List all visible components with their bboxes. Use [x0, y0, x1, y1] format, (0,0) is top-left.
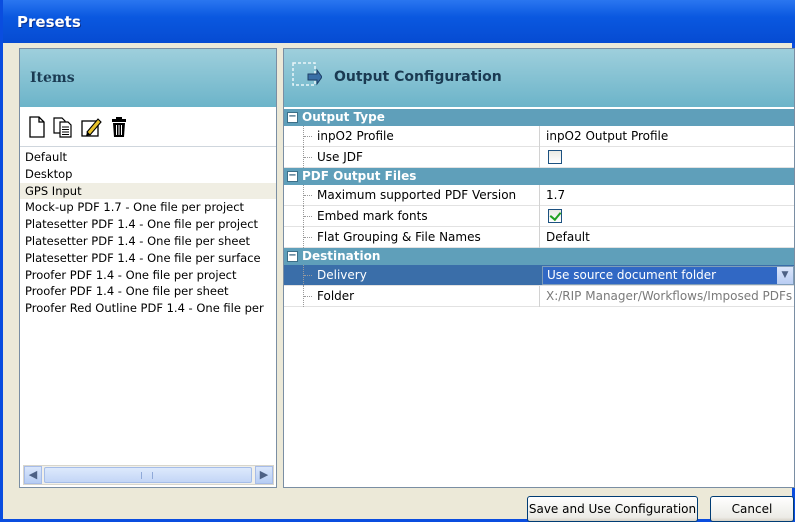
property-row-folder[interactable]: Folder X:/RIP Manager/Workflows/Imposed …	[284, 286, 794, 307]
section-label: Destination	[302, 249, 381, 263]
section-pdf-output-files[interactable]: − PDF Output Files	[284, 168, 794, 185]
section-label: Output Type	[302, 110, 385, 124]
property-value[interactable]: inpO2 Output Profile	[546, 126, 792, 147]
chevron-down-icon[interactable]: ▼	[777, 267, 793, 284]
property-name: Embed mark fonts	[317, 209, 428, 223]
config-panel-header: Output Configuration	[284, 49, 794, 107]
property-name: inpO2 Profile	[317, 129, 394, 143]
property-name: Folder	[317, 289, 355, 303]
property-name: Maximum supported PDF Version	[317, 188, 517, 202]
items-panel-title: Items	[30, 70, 75, 86]
embed-mark-fonts-checkbox[interactable]	[548, 209, 562, 223]
items-list: Default Desktop GPS Input Mock-up PDF 1.…	[20, 149, 276, 459]
delivery-selected-value: Use source document folder	[547, 268, 717, 282]
list-item[interactable]: Desktop	[20, 166, 276, 183]
items-panel-header: Items	[20, 49, 276, 107]
property-name: Use JDF	[317, 150, 363, 164]
delivery-dropdown[interactable]: Use source document folder ▼	[542, 266, 794, 285]
property-name: Flat Grouping & File Names	[317, 230, 481, 244]
property-row-profile[interactable]: inpO2 Profile inpO2 Output Profile	[284, 126, 794, 147]
list-item-selected[interactable]: GPS Input	[20, 182, 276, 200]
presets-window: Presets Items Default Desktop GPS Input …	[0, 0, 795, 522]
title-bar[interactable]: Presets	[3, 0, 795, 43]
section-output-type[interactable]: − Output Type	[284, 109, 794, 126]
horizontal-scrollbar[interactable]: ◀ ▶	[23, 465, 274, 485]
property-name: Delivery	[317, 268, 367, 282]
new-document-icon[interactable]	[26, 116, 48, 138]
section-destination[interactable]: − Destination	[284, 248, 794, 265]
list-item[interactable]: Proofer PDF 1.4 - One file per project	[20, 267, 276, 284]
property-value[interactable]: X:/RIP Manager/Workflows/Imposed PDFs	[546, 286, 792, 307]
property-grid: − Output Type inpO2 Profile inpO2 Output…	[284, 109, 794, 307]
list-item[interactable]: Proofer PDF 1.4 - One file per sheet	[20, 283, 276, 300]
items-toolbar	[20, 107, 276, 147]
property-row-delivery[interactable]: Delivery Use source document folder ▼	[284, 265, 794, 286]
collapse-icon[interactable]: −	[287, 112, 298, 123]
property-row-use-jdf[interactable]: Use JDF	[284, 147, 794, 168]
property-value[interactable]: 1.7	[546, 185, 792, 206]
section-label: PDF Output Files	[302, 169, 417, 183]
list-item[interactable]: Platesetter PDF 1.4 - One file per sheet	[20, 233, 276, 250]
use-jdf-checkbox[interactable]	[548, 150, 562, 164]
property-row-max-pdf-version[interactable]: Maximum supported PDF Version 1.7	[284, 185, 794, 206]
property-value[interactable]: Default	[546, 227, 792, 248]
edit-icon[interactable]	[80, 116, 102, 138]
save-and-use-button[interactable]: Save and Use Configuration	[527, 496, 698, 522]
scroll-right-icon[interactable]: ▶	[255, 466, 273, 484]
property-row-flat-grouping[interactable]: Flat Grouping & File Names Default	[284, 227, 794, 248]
list-item[interactable]: Default	[20, 149, 276, 166]
config-panel: Output Configuration − Output Type inpO2…	[283, 48, 795, 488]
config-panel-title: Output Configuration	[334, 69, 502, 85]
list-item[interactable]: Mock-up PDF 1.7 - One file per project	[20, 199, 276, 216]
list-item[interactable]: Platesetter PDF 1.4 - One file per surfa…	[20, 250, 276, 267]
copy-document-icon[interactable]	[52, 116, 74, 138]
output-configuration-icon	[292, 62, 322, 86]
window-title: Presets	[17, 13, 81, 31]
list-item[interactable]: Platesetter PDF 1.4 - One file per proje…	[20, 216, 276, 233]
collapse-icon[interactable]: −	[287, 171, 298, 182]
scroll-thumb[interactable]	[44, 467, 252, 483]
property-row-embed-mark-fonts[interactable]: Embed mark fonts	[284, 206, 794, 227]
cancel-button[interactable]: Cancel	[710, 496, 794, 522]
scroll-left-icon[interactable]: ◀	[24, 466, 42, 484]
list-item[interactable]: Proofer Red Outline PDF 1.4 - One file p…	[20, 300, 276, 317]
items-panel: Items Default Desktop GPS Input Mock-up …	[19, 48, 277, 488]
collapse-icon[interactable]: −	[287, 251, 298, 262]
trash-icon[interactable]	[108, 116, 130, 138]
